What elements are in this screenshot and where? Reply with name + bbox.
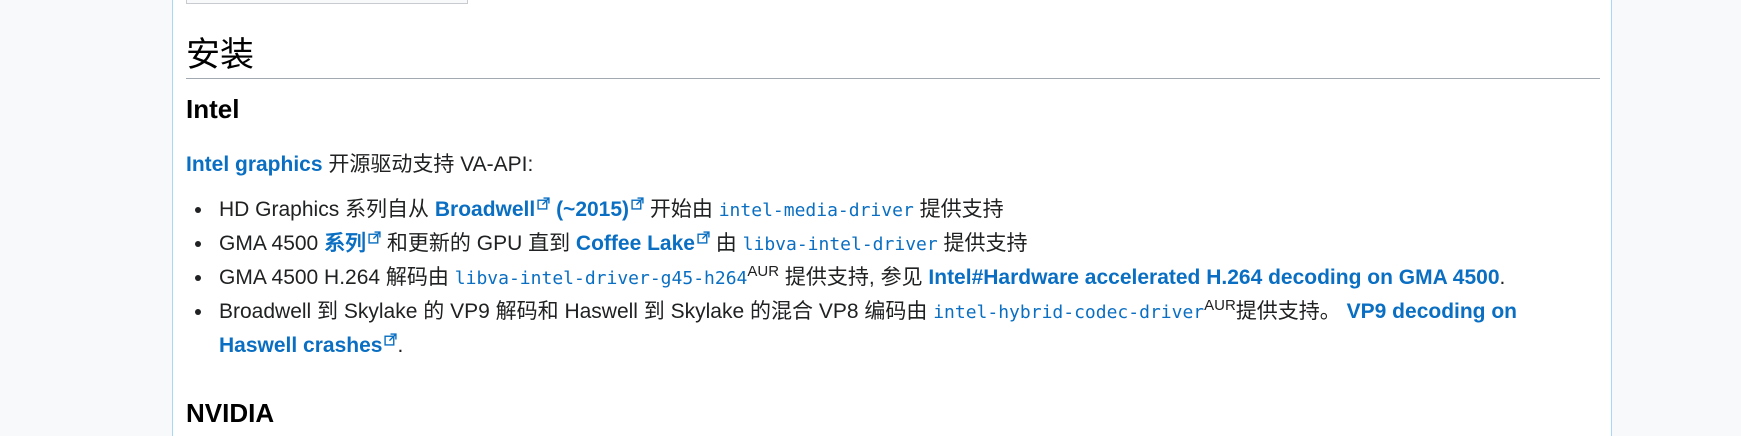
list-item: GMA 4500 H.264 解码由 libva-intel-driver-g4…: [195, 261, 1600, 295]
item-text: 提供支持。: [1235, 300, 1347, 323]
list-item: GMA 4500 系列 和更新的 GPU 直到 Coffee Lake 由 li…: [195, 227, 1600, 261]
external-link-icon: [384, 333, 398, 346]
subheading-intel: Intel: [186, 94, 240, 124]
broadwell-2015-link[interactable]: (~2015): [550, 198, 629, 221]
aur-marker[interactable]: AUR: [747, 263, 779, 280]
external-link-icon: [537, 197, 550, 210]
subheading-nvidia: NVIDIA: [186, 398, 275, 428]
section-heading-install: 安装: [186, 34, 1600, 79]
item-text: GMA 4500: [219, 232, 325, 255]
item-text: GMA 4500 H.264 解码由: [219, 266, 455, 289]
item-text: 提供支持, 参见: [779, 266, 929, 289]
external-link-icon: [697, 231, 710, 244]
intro-text: 开源驱动支持 VA-API:: [322, 153, 534, 176]
intel-intro: Intel graphics 开源驱动支持 VA-API:: [186, 150, 533, 180]
gma-series-link[interactable]: 系列: [324, 232, 366, 255]
external-link-icon: [368, 231, 381, 244]
external-link-icon: [631, 197, 644, 210]
package-libva-intel-driver-g45-h264[interactable]: libva-intel-driver-g45-h264: [455, 268, 748, 289]
item-text: .: [397, 334, 404, 357]
item-text: 提供支持: [913, 198, 1004, 221]
gma4500-h264-link[interactable]: Intel#Hardware accelerated H.264 decodin…: [928, 266, 1499, 289]
item-text: 开始由: [644, 198, 719, 221]
item-text: .: [1499, 266, 1506, 289]
item-text: HD Graphics 系列自从: [219, 198, 435, 221]
intel-driver-list: HD Graphics 系列自从 Broadwell (~2015) 开始由 i…: [186, 193, 1600, 362]
aur-marker[interactable]: AUR: [1204, 297, 1236, 314]
package-libva-intel-driver[interactable]: libva-intel-driver: [743, 234, 938, 255]
item-text: 提供支持: [937, 232, 1028, 255]
item-text: Broadwell 到 Skylake 的 VP9 解码和 Haswell 到 …: [219, 300, 934, 323]
coffee-lake-link[interactable]: Coffee Lake: [576, 232, 695, 255]
list-item: Broadwell 到 Skylake 的 VP9 解码和 Haswell 到 …: [195, 295, 1600, 362]
item-text: 和更新的 GPU 直到: [381, 232, 576, 255]
list-item: HD Graphics 系列自从 Broadwell (~2015) 开始由 i…: [195, 193, 1600, 227]
article-page: 安装 Intel Intel graphics 开源驱动支持 VA-API: H…: [172, 0, 1612, 436]
previous-box-edge: [186, 0, 468, 4]
package-intel-hybrid-codec-driver[interactable]: intel-hybrid-codec-driver: [933, 302, 1204, 323]
broadwell-link[interactable]: Broadwell: [435, 198, 535, 221]
item-text: 由: [709, 232, 743, 255]
package-intel-media-driver[interactable]: intel-media-driver: [719, 200, 914, 221]
intel-graphics-link[interactable]: Intel graphics: [186, 153, 323, 176]
